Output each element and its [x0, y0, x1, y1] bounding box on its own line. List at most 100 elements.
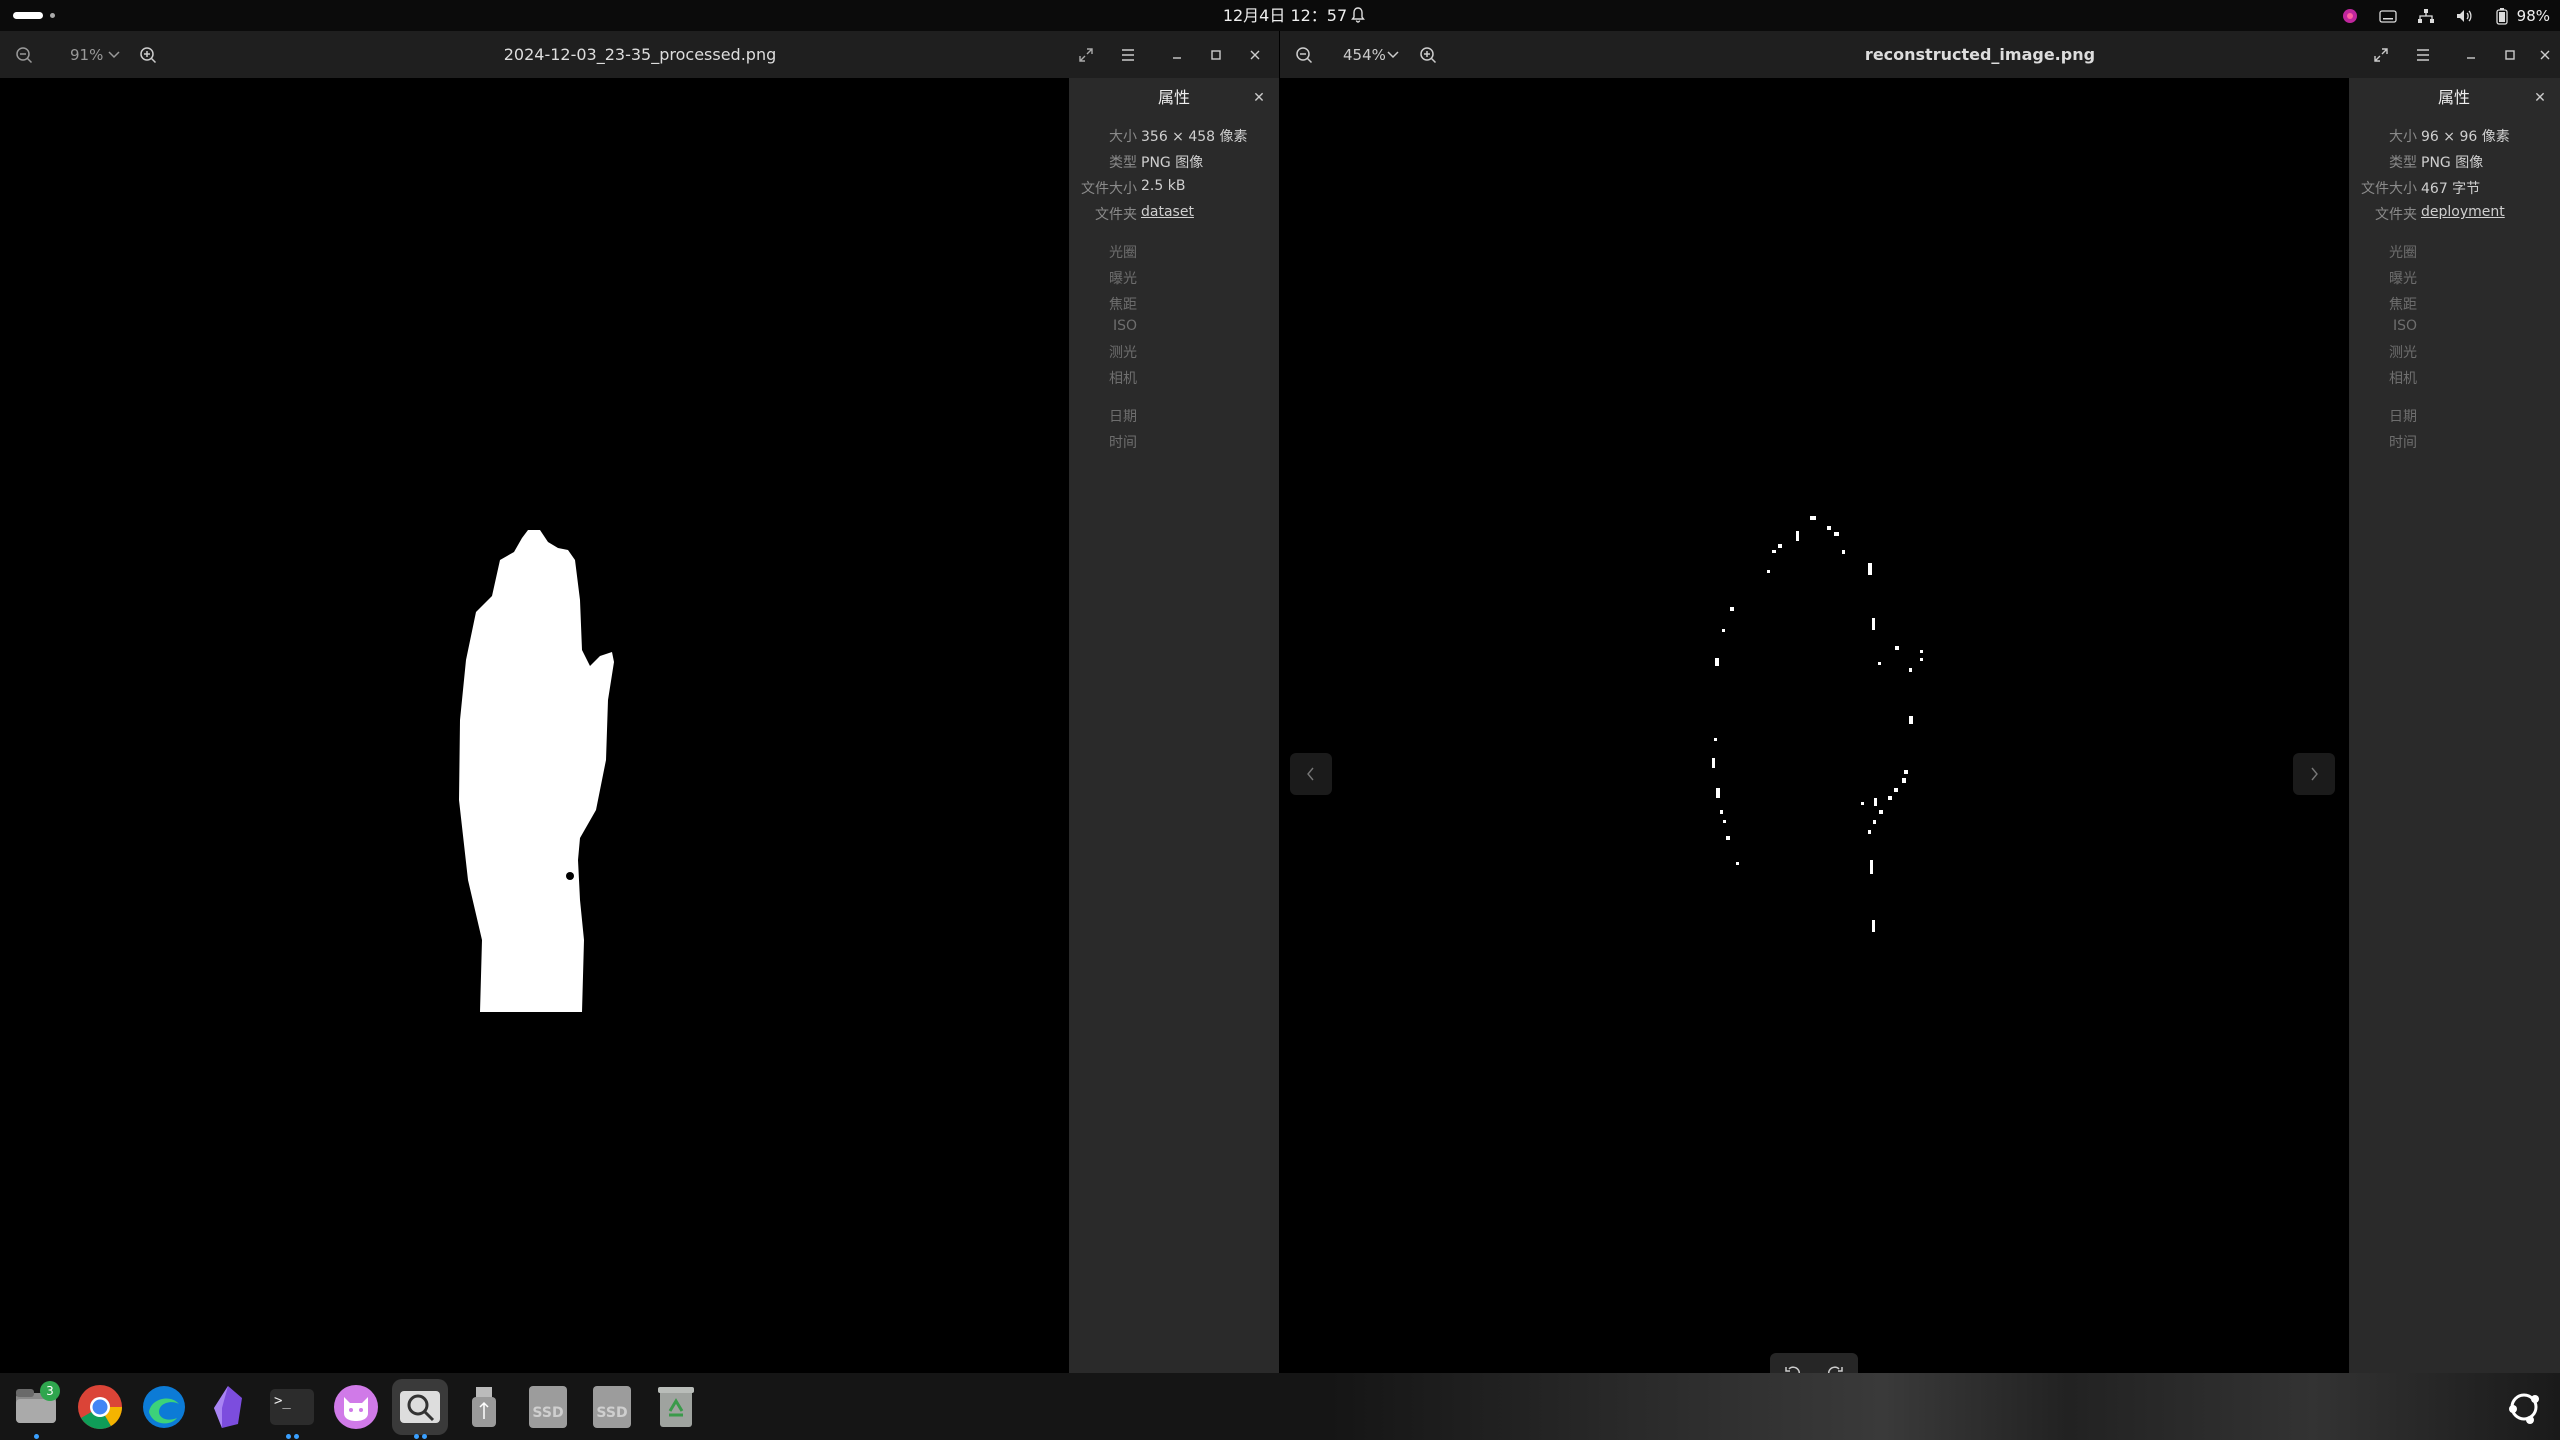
- workspace-indicator-active: [13, 12, 43, 19]
- properties-panel: 属性 ✕ 大小 356 × 458 像素 类型 PNG 图像 文件大小 2.5 kB …: [1069, 78, 1279, 1373]
- notification-badge: 3: [40, 1381, 60, 1401]
- previous-image-button[interactable]: [1290, 753, 1332, 795]
- usb-drive-icon: [472, 1387, 496, 1427]
- trash-icon: [658, 1387, 694, 1427]
- exif-iso: ISO: [1112, 318, 1137, 334]
- image-viewer-icon: [400, 1391, 440, 1423]
- dock-edge[interactable]: [136, 1379, 192, 1435]
- dock-show-apps[interactable]: [2496, 1379, 2552, 1435]
- exif-focal: 焦距: [1109, 297, 1137, 313]
- exif-time: 时间: [1109, 435, 1137, 451]
- network-icon[interactable]: [2417, 7, 2435, 25]
- exif-aperture: 光圈: [1109, 245, 1137, 261]
- dock-chrome[interactable]: [72, 1379, 128, 1435]
- edge-icon: [143, 1386, 185, 1428]
- zoom-in-button[interactable]: [133, 40, 163, 70]
- main-menu-button[interactable]: [2408, 40, 2438, 70]
- window-title: 2024-12-03_23-35_processed.png: [503, 45, 777, 64]
- zoom-out-button[interactable]: [9, 40, 39, 70]
- zoom-out-button[interactable]: [1289, 40, 1319, 70]
- prop-row-size: 大小 356 × 458 像素: [1109, 129, 1248, 145]
- prop-row-type: 类型 PNG 图像: [1109, 155, 1204, 171]
- volume-icon[interactable]: [2455, 7, 2473, 25]
- hand-mask-image: [459, 530, 614, 1012]
- close-button[interactable]: [1240, 40, 1270, 70]
- wallpaper-strip: [1330, 1373, 2560, 1440]
- reconstructed-image: [1712, 516, 1923, 932]
- workspace-indicator: [50, 13, 55, 18]
- prop-row-folder: 文件夹 dataset: [1095, 204, 1194, 223]
- maximize-button[interactable]: [1201, 40, 1231, 70]
- properties-title: 属性: [1157, 88, 1190, 107]
- exif-date: 日期: [1109, 409, 1137, 425]
- system-tray[interactable]: 98%: [2341, 0, 2550, 31]
- ssd-icon: SSD: [529, 1386, 567, 1428]
- close-icon[interactable]: ✕: [2530, 88, 2550, 108]
- minimize-button[interactable]: [1162, 40, 1192, 70]
- exif-metering: 测光: [1109, 345, 1137, 361]
- obsidian-icon: [214, 1386, 242, 1428]
- exif-exposure: 曝光: [1109, 271, 1137, 287]
- image-canvas[interactable]: [1280, 78, 2349, 1393]
- top-bar: 12月4日 12：57 98%: [0, 0, 2560, 31]
- exif-aperture: 光圈: [2389, 245, 2417, 261]
- exif-exposure: 曝光: [2389, 271, 2417, 287]
- headerbar: 91% 2024-12-03_23-35_processed.png: [0, 31, 1279, 78]
- dock-files[interactable]: 3: [8, 1379, 64, 1439]
- dock: 3 >_ SSD SSD: [0, 1373, 2560, 1440]
- battery-percentage: 98%: [2516, 6, 2550, 25]
- dock-ssd-1[interactable]: SSD: [520, 1379, 576, 1435]
- dock-obsidian[interactable]: [200, 1379, 256, 1435]
- exif-time: 时间: [2389, 435, 2417, 451]
- image-viewer-window-left: 91% 2024-12-03_23-35_processed.png 属性 ✕ …: [0, 31, 1279, 1373]
- fullscreen-button[interactable]: [2366, 40, 2396, 70]
- zoom-level[interactable]: 454%: [1343, 40, 1386, 70]
- zoom-level[interactable]: 91%: [70, 40, 103, 70]
- cat-icon: [334, 1385, 378, 1429]
- next-image-button[interactable]: [2293, 753, 2335, 795]
- fullscreen-button[interactable]: [1071, 40, 1101, 70]
- main-menu-button[interactable]: [1113, 40, 1143, 70]
- keyboard-icon[interactable]: [2379, 7, 2397, 25]
- prop-row-filesize: 文件大小 2.5 kB: [1081, 178, 1186, 197]
- exif-iso: ISO: [2392, 318, 2417, 334]
- minimize-button[interactable]: [2456, 40, 2486, 70]
- prop-row-folder: 文件夹 deployment: [2375, 204, 2505, 223]
- dock-usb-drive[interactable]: [456, 1379, 512, 1435]
- dock-trash[interactable]: [648, 1379, 704, 1435]
- exif-metering: 测光: [2389, 345, 2417, 361]
- chevron-down-icon[interactable]: [107, 44, 121, 64]
- terminal-icon: >_: [270, 1389, 314, 1425]
- zoom-in-button[interactable]: [1413, 40, 1443, 70]
- maximize-button[interactable]: [2495, 40, 2525, 70]
- properties-panel: 属性 ✕ 大小 96 × 96 像素 类型 PNG 图像 文件大小 467 字节 文件…: [2349, 78, 2560, 1373]
- image-canvas[interactable]: [0, 78, 1069, 1373]
- chrome-icon: [78, 1385, 122, 1429]
- exif-date: 日期: [2389, 409, 2417, 425]
- exif-focal: 焦距: [2389, 297, 2417, 313]
- notification-bell-icon[interactable]: [1350, 7, 1366, 23]
- folder-link[interactable]: deployment: [2421, 204, 2505, 220]
- battery-icon[interactable]: [2493, 7, 2511, 25]
- image-viewer-window-right: 454% reconstructed_image.png 属性 ✕ 大小 96 ×…: [1280, 31, 2560, 1393]
- app-indicator-icon[interactable]: [2341, 7, 2359, 25]
- exif-camera: 相机: [1109, 371, 1137, 387]
- close-icon[interactable]: ✕: [1249, 88, 1269, 108]
- properties-title: 属性: [2437, 88, 2470, 107]
- prop-row-type: 类型 PNG 图像: [2389, 155, 2484, 171]
- clock[interactable]: 12月4日 12：57: [1200, 0, 1370, 31]
- ubuntu-apps-icon: [2509, 1393, 2539, 1424]
- dock-cat-app[interactable]: [328, 1379, 384, 1435]
- exif-camera: 相机: [2389, 371, 2417, 387]
- prop-row-filesize: 文件大小 467 字节: [2361, 181, 2481, 197]
- folder-link[interactable]: dataset: [1141, 204, 1194, 220]
- window-title: reconstructed_image.png: [1864, 45, 2096, 64]
- ssd-icon: SSD: [593, 1386, 631, 1428]
- headerbar: 454% reconstructed_image.png: [1280, 31, 2560, 78]
- prop-row-size: 大小 96 × 96 像素: [2389, 129, 2510, 145]
- close-button[interactable]: [2534, 40, 2556, 70]
- dock-terminal[interactable]: >_: [264, 1379, 320, 1439]
- dock-image-viewer[interactable]: [392, 1379, 448, 1439]
- chevron-down-icon[interactable]: [1386, 44, 1400, 64]
- dock-ssd-2[interactable]: SSD: [584, 1379, 640, 1435]
